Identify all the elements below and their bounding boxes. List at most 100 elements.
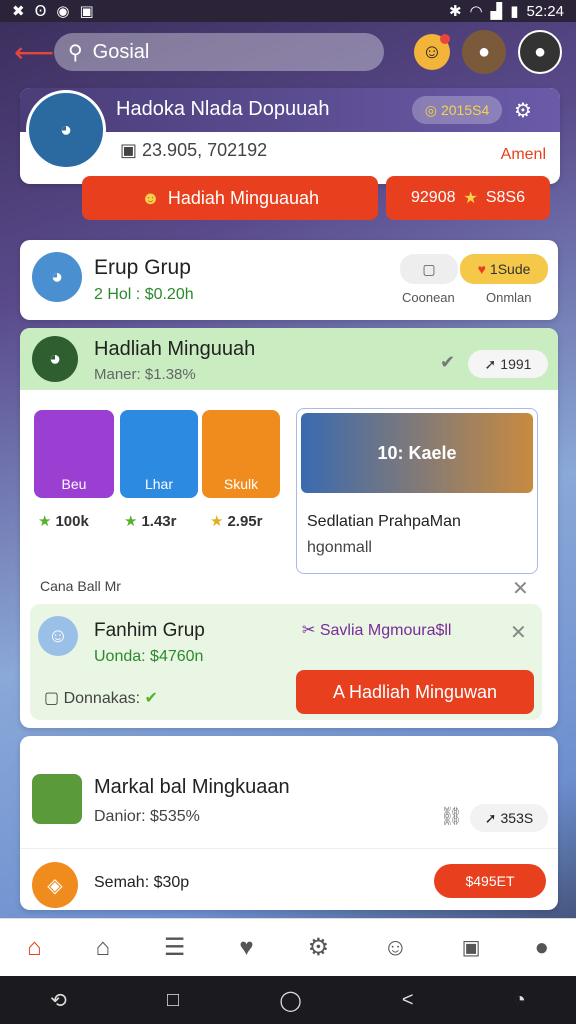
bag-icon: ▢: [44, 690, 60, 707]
weekly-subtitle: Maner: $1.38%: [94, 366, 196, 383]
search-icon: ⚲: [68, 41, 83, 64]
fandom-reward-button[interactable]: A Hadliah Minguwan: [296, 670, 534, 714]
battery-icon: ▮: [510, 3, 519, 20]
status-icon-4: ▣: [79, 3, 94, 20]
star-icon: ★: [38, 513, 52, 530]
tag-icon: ✂: [302, 622, 316, 639]
fandom-tag-label: Savlia Mgmoura$ll: [319, 622, 452, 639]
tile-beu-stat: ★ 100k: [38, 512, 89, 531]
close-icon[interactable]: ✕: [512, 576, 529, 601]
weekly-reward-button[interactable]: ☻ Hadiah Minguauah: [82, 176, 378, 220]
close-icon[interactable]: ✕: [510, 620, 527, 645]
mascot-icon[interactable]: ☺: [414, 34, 450, 70]
star-icon: ★: [463, 190, 478, 207]
weekly-reward-label: Hadiah Minguauah: [167, 187, 320, 208]
trend-icon: ➚: [484, 355, 497, 372]
tile-skulk[interactable]: Skulk: [202, 410, 280, 498]
tile-skulk-stat-value: 2.95r: [227, 512, 263, 530]
copy-icon: ▣: [120, 140, 138, 160]
group-badge[interactable]: ♥ 1Sude: [460, 254, 548, 284]
store-icon[interactable]: ⌂: [95, 934, 110, 962]
fandom-reward-label: A Hadliah Minguwan: [332, 681, 498, 702]
weekly-pill[interactable]: ➚ 1991: [468, 350, 548, 378]
search-placeholder: Gosial: [92, 40, 150, 63]
coin-icon: ◎: [424, 101, 437, 118]
fandom-card[interactable]: ☺ Fanhim Grup Uonda: $4760n ✂ Savlia Mgm…: [30, 604, 542, 720]
market-row2-button[interactable]: $495ET: [434, 864, 546, 898]
bluetooth-icon: ✱: [448, 3, 462, 20]
tile-lhar-stat: ★ 1.43r: [124, 512, 177, 531]
profile-avatar[interactable]: ◕: [26, 90, 106, 170]
tile-skulk-label: Skulk: [223, 476, 259, 492]
tile-beu-stat-value: 100k: [55, 512, 89, 530]
home-icon[interactable]: ⌂: [27, 934, 42, 962]
home-pill-icon[interactable]: ◯: [279, 988, 301, 1013]
rotate-icon[interactable]: ⟲: [50, 988, 67, 1013]
recents-icon[interactable]: □: [167, 989, 179, 1012]
tile-beu[interactable]: Beu: [34, 410, 114, 498]
fandom-title: Fanhim Grup: [94, 620, 205, 641]
market-row2: Semah: $30p: [94, 874, 190, 891]
shield-icon[interactable]: ♥: [239, 934, 253, 962]
smile-coin-icon: ☻: [140, 187, 160, 208]
tile-lhar-stat-value: 1.43r: [141, 512, 177, 530]
tile-beu-label: Beu: [61, 476, 87, 492]
profile-id-text: 23.905, 702192: [142, 140, 268, 160]
wifi-icon: ◠: [469, 3, 483, 20]
profile-icon[interactable]: ●: [534, 934, 549, 962]
back-arrow-icon[interactable]: ⟵: [14, 36, 54, 69]
coin-badge[interactable]: ◎ 2015S4: [412, 96, 502, 124]
market-card: Markal bal Mingkuaan Danior: $535% ⛓ ➚ 35…: [20, 736, 558, 910]
group-option-1[interactable]: Coonean: [402, 290, 455, 305]
heart-icon: ♥: [477, 261, 486, 277]
tile-lhar[interactable]: Lhar: [120, 410, 198, 498]
top-bar: ⟵ ⚲ Gosial ☺ ● ●: [0, 24, 576, 80]
status-icon-3: ◉: [56, 3, 70, 20]
search-input[interactable]: ⚲ Gosial: [54, 33, 384, 71]
coin-count: 2015S4: [440, 102, 490, 118]
fandom-subtitle: Uonda: $4760n: [94, 648, 204, 665]
box-button[interactable]: ▢: [400, 254, 458, 284]
market-pill[interactable]: ➚ 353S: [470, 804, 548, 832]
back-icon[interactable]: <: [402, 989, 414, 1012]
ad-label: Cana Ball Mr: [34, 576, 194, 596]
user-avatar[interactable]: ●: [518, 30, 562, 74]
promo-card[interactable]: 10: Kaele Sedlatian PrahpaMan hgonmall: [296, 408, 538, 574]
group-avatar: ◕: [32, 252, 82, 302]
stars-value: S8S6: [485, 189, 525, 206]
verified-icon: ✔: [440, 352, 456, 372]
user-icon[interactable]: ☺: [383, 934, 408, 962]
group-subtitle: 2 Hol : $0.20h: [94, 286, 194, 303]
accessibility-icon[interactable]: ◔: [514, 989, 526, 1012]
status-icon-1: ✖: [12, 3, 25, 20]
market-pill-icon: ➚: [484, 809, 497, 826]
market-icon: [32, 774, 82, 824]
promo-subtitle: hgonmall: [307, 539, 372, 556]
fandom-bottom-text: Donnakas:: [63, 690, 141, 707]
group-card[interactable]: ◕ Erup Grup 2 Hol : $0.20h ▢ ♥ 1Sude Coo…: [20, 240, 558, 320]
link-icon[interactable]: ⛓: [440, 806, 463, 827]
status-bar: ✖ Ꙩ ◉ ▣ ✱ ◠ ▟ ▮ 52:24: [0, 0, 576, 22]
star-icon: ★: [124, 513, 138, 530]
bottom-nav: ⌂ ⌂ ☰ ♥ ⚙ ☺ ▣ ●: [0, 918, 576, 976]
points-button[interactable]: 92908 ★ S8S6: [386, 176, 550, 220]
market-subtitle: Danior: $535%: [94, 808, 200, 825]
market-row2-button-label: $495ET: [465, 873, 515, 889]
avatar[interactable]: ●: [462, 30, 506, 74]
tile-skulk-stat: ★ 2.95r: [210, 512, 263, 531]
list-icon[interactable]: ☰: [164, 933, 186, 962]
gear-icon[interactable]: ⚙: [308, 933, 330, 962]
settings-icon[interactable]: ⚙: [514, 98, 532, 123]
points-value: 92908: [411, 189, 456, 206]
weekly-pill-value: 1991: [500, 356, 532, 372]
promo-title: Sedlatian PrahpaMan: [307, 513, 461, 530]
tv-icon[interactable]: ▣: [462, 935, 481, 960]
profile-link[interactable]: Amenl: [501, 146, 546, 164]
fandom-tag: ✂ Savlia Mgmoura$ll: [302, 620, 451, 640]
group-option-2[interactable]: Onmlan: [486, 290, 532, 305]
profile-id: ▣ 23.905, 702192: [120, 140, 267, 161]
market-row2-icon: ◈: [32, 862, 78, 908]
clock: 52:24: [526, 2, 564, 20]
group-title: Erup Grup: [94, 256, 191, 279]
fandom-bottom-label: ▢ Donnakas: ✔: [44, 688, 158, 708]
